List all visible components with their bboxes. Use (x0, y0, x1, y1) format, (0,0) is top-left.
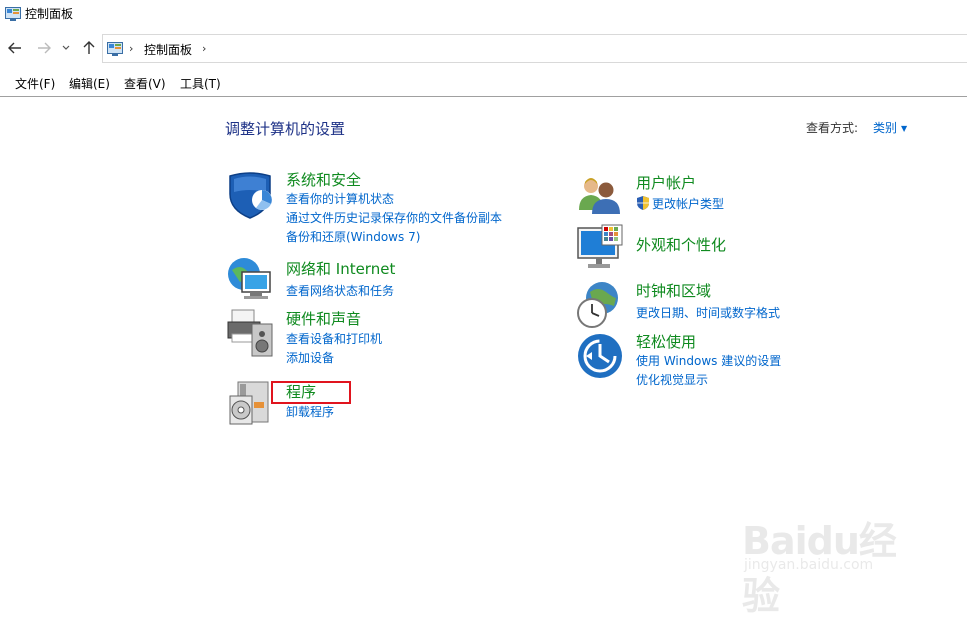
baidu-watermark: Baidu经验 jingyan.baidu.com (742, 492, 922, 618)
link-file-history-backup[interactable]: 通过文件历史记录保存你的文件备份副本 (286, 209, 502, 226)
watermark-subtext: jingyan.baidu.com (744, 557, 874, 573)
forward-arrow-icon[interactable] (36, 40, 52, 56)
category-title-appearance[interactable]: 外观和个性化 (636, 234, 726, 255)
link-change-date-time-format[interactable]: 更改日期、时间或数字格式 (636, 304, 780, 321)
link-windows-suggested-settings[interactable]: 使用 Windows 建议的设置 (636, 352, 781, 369)
shield-icon[interactable] (226, 170, 276, 220)
menu-file[interactable]: 文件(F) (15, 75, 55, 92)
back-arrow-icon[interactable] (7, 40, 23, 56)
control-panel-icon (107, 41, 123, 60)
highlight-box (271, 381, 351, 404)
view-by-value: 类别 (873, 121, 898, 135)
window-title: 控制面板 (25, 7, 74, 21)
category-title-user-accounts[interactable]: 用户帐户 (636, 172, 696, 193)
programs-disc-icon[interactable] (226, 378, 276, 428)
globe-clock-icon[interactable] (576, 280, 626, 330)
category-title-system-security[interactable]: 系统和安全 (286, 169, 361, 190)
menu-bar: 文件(F) 编辑(E) 查看(V) 工具(T) (0, 70, 967, 97)
menu-view[interactable]: 查看(V) (124, 75, 166, 92)
network-globe-icon[interactable] (226, 256, 276, 306)
ease-of-access-icon[interactable] (576, 332, 626, 382)
menu-tools[interactable]: 工具(T) (180, 75, 221, 92)
category-title-clock-region[interactable]: 时钟和区域 (636, 280, 711, 301)
link-add-device[interactable]: 添加设备 (286, 349, 334, 366)
users-icon[interactable] (576, 174, 626, 224)
view-by-dropdown[interactable]: 类别 ▼ (873, 119, 907, 136)
control-panel-icon (5, 6, 21, 25)
printer-speaker-icon[interactable] (226, 308, 276, 358)
monitor-palette-icon[interactable] (576, 224, 626, 274)
recent-locations-chevron-icon[interactable] (60, 40, 72, 56)
link-view-devices-printers[interactable]: 查看设备和打印机 (286, 330, 382, 347)
view-by-label: 查看方式: (806, 121, 859, 135)
link-optimize-visual-display[interactable]: 优化视觉显示 (636, 371, 708, 388)
category-title-network-internet[interactable]: 网络和 Internet (286, 258, 395, 279)
link-backup-restore-win7[interactable]: 备份和还原(Windows 7) (286, 228, 420, 245)
address-bar[interactable]: › 控制面板 › (102, 34, 967, 63)
navigation-bar: › 控制面板 › (0, 33, 967, 65)
up-arrow-icon[interactable] (81, 40, 97, 56)
category-title-hardware-sound[interactable]: 硬件和声音 (286, 308, 361, 329)
caret-down-icon: ▼ (901, 124, 908, 133)
uac-shield-icon (636, 195, 650, 214)
link-uninstall-program[interactable]: 卸载程序 (286, 403, 334, 420)
breadcrumb-separator[interactable]: › (202, 42, 206, 55)
menu-edit[interactable]: 编辑(E) (69, 75, 110, 92)
link-view-network-status[interactable]: 查看网络状态和任务 (286, 282, 394, 299)
link-change-account-type[interactable]: 更改帐户类型 (652, 195, 724, 212)
breadcrumb-control-panel[interactable]: 控制面板 (144, 41, 192, 58)
breadcrumb-separator[interactable]: › (129, 42, 133, 55)
link-view-computer-status[interactable]: 查看你的计算机状态 (286, 190, 394, 207)
page-title: 调整计算机的设置 (225, 120, 346, 138)
title-bar: 控制面板 (0, 0, 967, 28)
category-title-ease-of-access[interactable]: 轻松使用 (636, 331, 696, 352)
